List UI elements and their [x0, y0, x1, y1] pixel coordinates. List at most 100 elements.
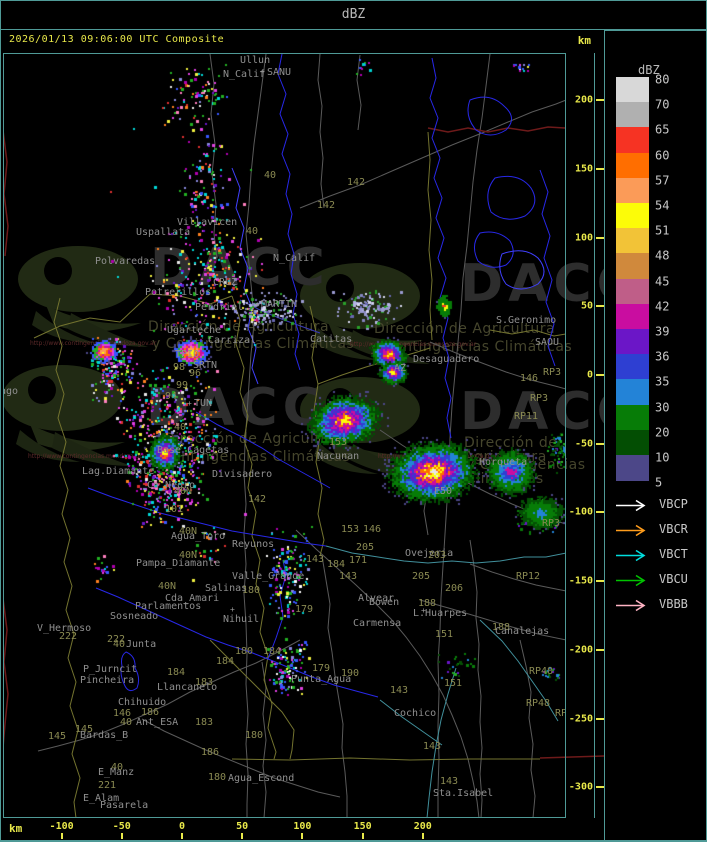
map-label: 94 [165, 391, 178, 402]
map-label: 153 [341, 524, 360, 535]
map-label: 142 [317, 200, 336, 211]
vector-label: VBBB [659, 597, 688, 611]
map-label: Sosneado [110, 611, 159, 622]
y-tick-label: -250 [568, 713, 593, 724]
vector-label: VBCT [659, 547, 688, 561]
x-tick-label: 150 [353, 821, 372, 832]
y-tick-label: 50 [580, 300, 593, 312]
y-tick-label: 150 [574, 163, 593, 175]
map-label: 180 [245, 730, 264, 741]
map-label: Catitas [310, 334, 353, 345]
map-label: Pincheira [80, 675, 135, 686]
map-label: CRUZ [213, 277, 238, 288]
scale-band [616, 404, 649, 431]
scale-threshold-label: 80 [655, 72, 670, 87]
map-label: 40 [113, 639, 126, 650]
map-label: Llancanelo [157, 682, 218, 693]
map-label: Potrerillos [145, 287, 212, 298]
map-label: RP48 [529, 666, 554, 677]
scale-band [616, 152, 649, 179]
y-tick-label: 100 [574, 232, 593, 244]
vector-label: VBCU [659, 572, 688, 586]
y-axis-unit-label: km [577, 34, 591, 47]
vector-row: VBCR [615, 522, 688, 537]
map-label: RP [555, 708, 565, 719]
map-label: 142 [248, 494, 267, 505]
map-label: 179 [312, 663, 331, 674]
map-label: Base_Cagetas [157, 445, 230, 456]
map-label: 203 [428, 550, 447, 561]
map-label: Ullun [240, 55, 271, 66]
map-label: RP12 [516, 571, 541, 582]
map-label: Canalejas [495, 626, 550, 637]
map-label: + [230, 605, 235, 614]
map-label: 98 [173, 362, 186, 373]
scale-band [616, 455, 649, 481]
map-label: 143 [390, 685, 409, 696]
vector-row: VBCU [615, 572, 688, 587]
map-label: 183 [195, 717, 214, 728]
dbz-color-scale: 80 70 65 60 57 54 51 48 45 42 39 36 35 30 20 10 5 [605, 31, 706, 842]
map-label: Pampa_Diamante [136, 558, 221, 569]
x-tick-label: 0 [178, 821, 186, 832]
y-axis: 200 150 100 50 0 -50 -100 -150 -200 -250 -300 [566, 53, 606, 818]
map-label: Polvaredas [95, 256, 156, 267]
vector-row: VBCT [615, 547, 688, 562]
map-label: 205 [412, 571, 431, 582]
map-label: Cochico [394, 708, 437, 719]
x-axis: km -100 -50 0 50 100 150 200 [1, 819, 604, 842]
map-label: RP3 [543, 367, 562, 378]
map-label: 184 [216, 656, 235, 667]
map-label: Horqueta [479, 457, 528, 468]
vector-arrow-icon [616, 549, 646, 562]
map-label: 101 [165, 504, 184, 515]
map-label: 40 [264, 170, 277, 181]
vector-row: VBCP [615, 497, 688, 512]
map-label: 40 [174, 422, 187, 433]
map-label: + [187, 399, 192, 408]
page-title: dBZ [341, 7, 366, 22]
vector-arrow-icon [616, 524, 646, 537]
map-label-layer: Ullun + SANU N_Calif 40 142 142 Villavicen Uspal… [4, 54, 565, 817]
x-tick [60, 833, 63, 839]
map-label: 151 [435, 629, 454, 640]
y-tick-label: 0 [586, 369, 593, 381]
vector-arrow-icon [616, 599, 646, 612]
map-label: 180 [208, 772, 227, 783]
map-label: 222 [59, 631, 78, 642]
map-label: + [255, 300, 260, 309]
map-label: 143 [339, 571, 358, 582]
map-label: RP11 [514, 411, 539, 422]
timestamp-label: 2026/01/13 09:06:00 UTC Composite [9, 34, 225, 45]
scale-band [616, 177, 649, 204]
map-label: 206 [445, 583, 464, 594]
map-label: Junta [126, 639, 157, 650]
scale-threshold-label: 5 [655, 475, 663, 490]
x-tick [361, 833, 364, 839]
status-bar: 2026/01/13 09:06:00 UTC Composite km [1, 30, 603, 53]
map-label: 145 [48, 731, 67, 742]
map-label: Agua_Escond [228, 773, 295, 784]
map-label: Bardas_B [80, 730, 129, 741]
map-label: 180 [235, 646, 254, 657]
map-label: Carrizal [208, 335, 257, 346]
map-label: 221 [98, 780, 117, 791]
scale-threshold-label: 10 [655, 450, 670, 465]
map-label: 184 [167, 667, 186, 678]
map-label: RP3 [542, 518, 561, 529]
map-label: P_Jurncit [83, 664, 138, 675]
map-label: Perdriel [195, 302, 244, 313]
y-tick-label: 200 [574, 94, 593, 106]
scale-band [616, 127, 649, 154]
scale-threshold-label: 48 [655, 248, 670, 263]
map-label: Uspallata [136, 227, 191, 238]
scale-threshold-label: 65 [655, 122, 670, 137]
map-label: Ant_ESA [136, 717, 179, 728]
map-label: 179 [295, 604, 314, 615]
map-label: Valle_Grande [232, 571, 305, 582]
vector-arrow-icon [616, 499, 646, 512]
scale-band [616, 102, 649, 128]
x-tick [421, 833, 424, 839]
x-tick [301, 833, 304, 839]
map-label: Pasarela [100, 800, 149, 811]
